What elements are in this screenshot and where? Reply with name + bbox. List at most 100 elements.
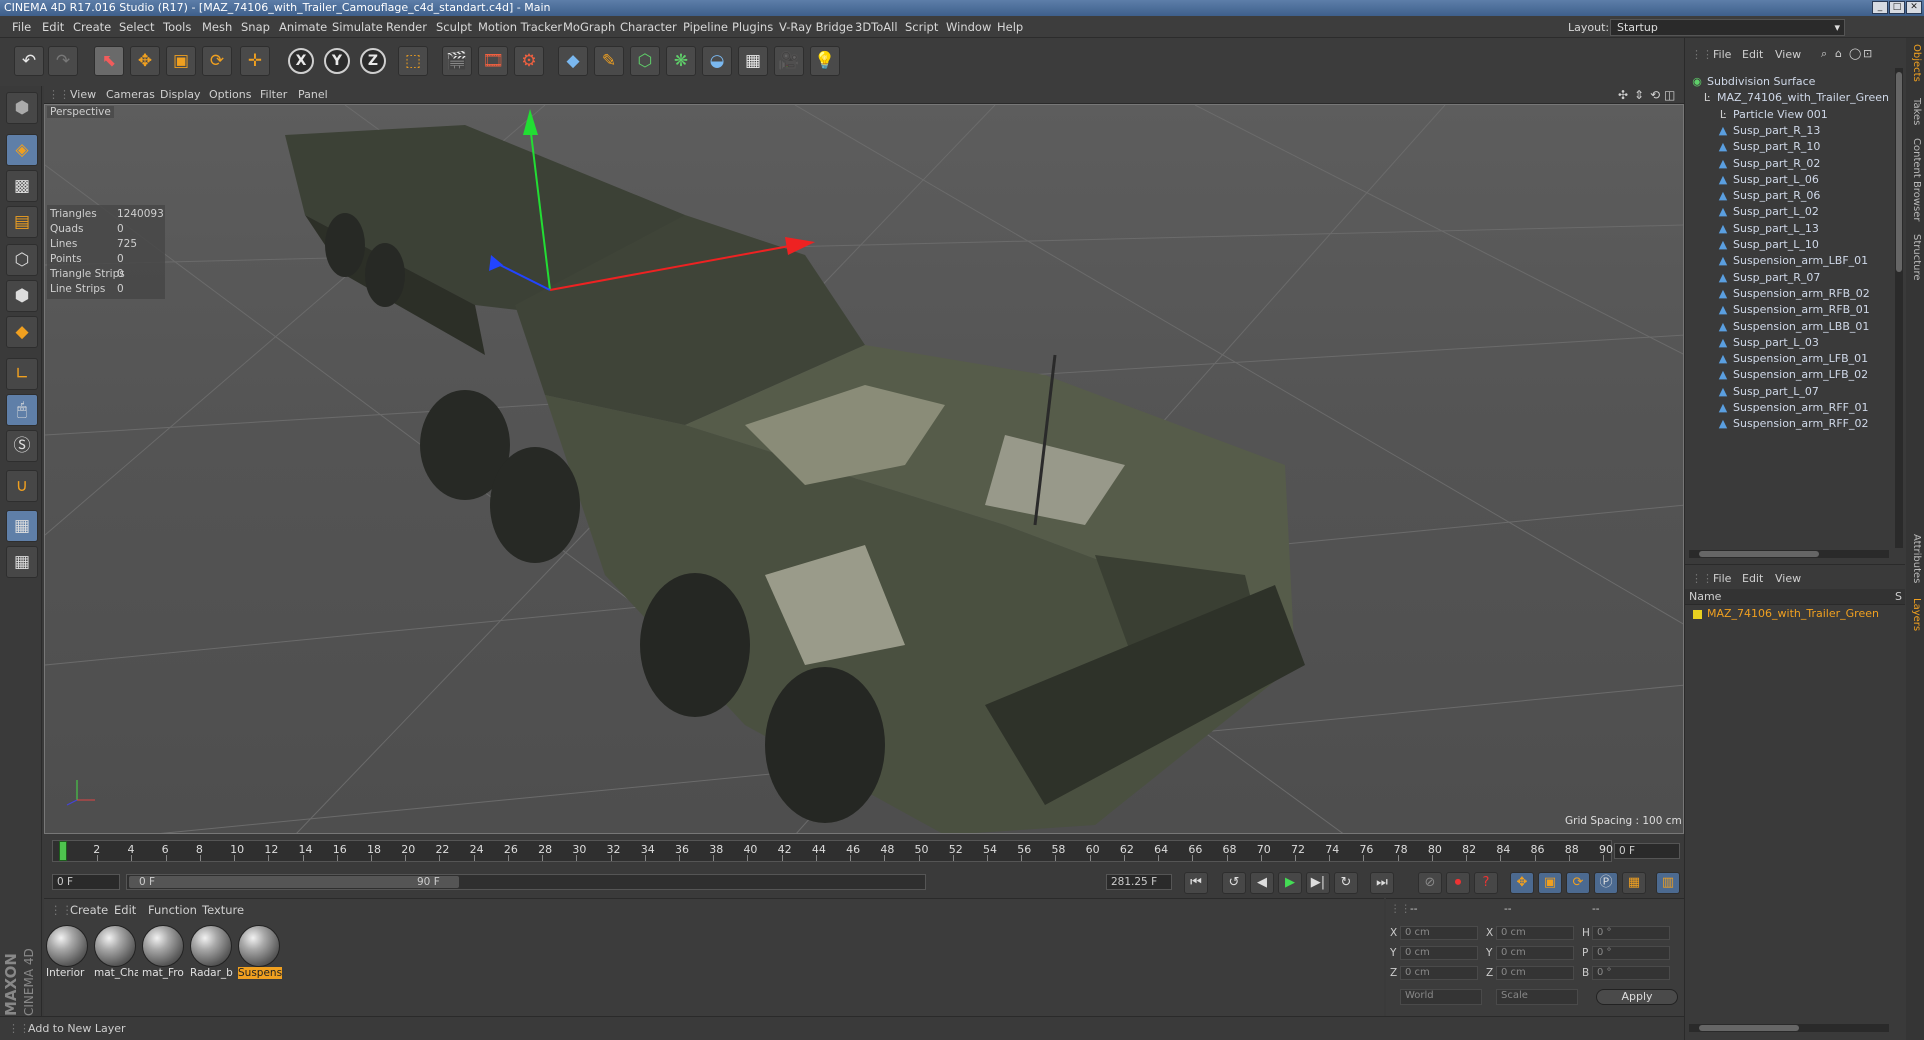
menu-snap[interactable]: Snap [241, 20, 270, 34]
menu-plugins[interactable]: Plugins [732, 20, 773, 34]
x-axis-lock-icon[interactable]: X [288, 48, 314, 74]
perspective-viewport[interactable]: Perspective Triangles 1240093 Quads 0 Line… [44, 104, 1684, 834]
autokey-icon[interactable]: ? [1474, 872, 1498, 894]
layer-menu-file[interactable]: File [1713, 572, 1731, 585]
menu-tools[interactable]: Tools [163, 20, 191, 34]
layer-menu-view[interactable]: View [1775, 572, 1801, 585]
move-tool-icon[interactable]: ✥ [130, 46, 160, 76]
viewport-menu-filter[interactable]: Filter [260, 88, 287, 101]
magnet-icon[interactable]: ∪ [6, 470, 38, 502]
cube-object-icon[interactable]: ◆ [558, 46, 588, 76]
menu-sculpt[interactable]: Sculpt [436, 20, 472, 34]
menu-edit[interactable]: Edit [42, 20, 64, 34]
render-picture-viewer-icon[interactable]: 🎞 [478, 46, 508, 76]
end-frame-field[interactable]: 0 F [1614, 843, 1680, 859]
material-swatch[interactable]: mat_Cha [94, 925, 138, 981]
rotation-p-field[interactable]: 0 ° [1592, 946, 1670, 960]
floor-object-icon[interactable]: ▦ [738, 46, 768, 76]
viewport-zoom-icon[interactable]: ⇕ [1634, 88, 1644, 102]
y-axis-lock-icon[interactable]: Y [324, 48, 350, 74]
viewport-menu-panel[interactable]: Panel [298, 88, 328, 101]
go-to-start-icon[interactable]: ⏮ [1184, 872, 1208, 894]
scroll-thumb[interactable] [1896, 72, 1902, 272]
planar-workplane-icon[interactable]: ▦ [6, 546, 38, 578]
position-z-field[interactable]: 0 cm [1400, 966, 1478, 980]
object-tree-hscrollbar[interactable] [1689, 550, 1889, 558]
menu-render[interactable]: Render [386, 20, 427, 34]
prev-frame-icon[interactable]: ◀ [1250, 872, 1274, 894]
range-slider[interactable]: 0 F 90 F [126, 874, 926, 890]
menu-mesh[interactable]: Mesh [202, 20, 232, 34]
size-mode-select[interactable]: Scale [1496, 989, 1578, 1005]
subdivision-surface-icon[interactable]: ⬡ [630, 46, 660, 76]
timeline-ruler[interactable]: 0246810121416182022242628303234363840424… [52, 840, 1613, 862]
texture-mode-icon[interactable]: ▩ [6, 170, 38, 202]
motion-record-icon[interactable]: ⊘ [1418, 872, 1442, 894]
z-axis-lock-icon[interactable]: Z [360, 48, 386, 74]
home-icon[interactable]: ⌂ [1835, 47, 1842, 60]
viewport-maximize-icon[interactable]: ◫ [1664, 88, 1675, 102]
menu-pipeline[interactable]: Pipeline [683, 20, 728, 34]
prev-key-icon[interactable]: ↺ [1222, 872, 1246, 894]
apply-button[interactable]: Apply [1596, 989, 1678, 1005]
axis-mode-icon[interactable]: ∟ [6, 358, 38, 390]
object-menu-edit[interactable]: Edit [1742, 48, 1763, 61]
tab-objects[interactable]: Objects [1908, 44, 1922, 82]
search-icon[interactable]: ⌕ [1821, 47, 1827, 61]
object-tree-item[interactable]: ▲ Suspension_arm_RFF_02 [1685, 414, 1891, 434]
tab-structure[interactable]: Structure [1908, 234, 1922, 281]
rotation-b-field[interactable]: 0 ° [1592, 966, 1670, 980]
tab-takes[interactable]: Takes [1908, 98, 1922, 125]
layout-select[interactable]: Startup ▾ [1610, 19, 1845, 36]
layer-hscrollbar[interactable] [1689, 1024, 1889, 1032]
lock-workplane-icon[interactable]: ▦ [6, 510, 38, 542]
polygons-mode-icon[interactable]: ◆ [6, 316, 38, 348]
scale-tool-icon[interactable]: ▣ [166, 46, 196, 76]
object-tree-scrollbar[interactable] [1895, 68, 1903, 548]
menu-character[interactable]: Character [620, 20, 677, 34]
pen-spline-icon[interactable]: ✎ [594, 46, 624, 76]
key-rotation-icon[interactable]: ⟳ [1566, 872, 1590, 894]
undo-icon[interactable]: ↶ [14, 46, 44, 76]
viewport-rotate-icon[interactable]: ⟲ [1650, 88, 1660, 102]
material-swatch-selected[interactable]: Suspensi [238, 925, 282, 981]
tweak-mode-icon[interactable]: 🖱 [6, 394, 38, 426]
record-icon[interactable]: ⏺ [1446, 872, 1470, 894]
timeline-window-icon[interactable]: ▥ [1656, 872, 1680, 894]
light-object-icon[interactable]: 💡 [810, 46, 840, 76]
scroll-thumb[interactable] [1699, 1025, 1799, 1031]
live-selection-icon[interactable]: ⬉ [94, 46, 124, 76]
position-x-field[interactable]: 0 cm [1400, 926, 1478, 940]
play-icon[interactable]: ▶ [1278, 872, 1302, 894]
tab-content-browser[interactable]: Content Browser [1908, 138, 1922, 221]
menu-file[interactable]: File [12, 20, 31, 34]
snap-icon[interactable]: Ⓢ [6, 430, 38, 462]
render-view-icon[interactable]: 🎬 [442, 46, 472, 76]
coordinate-space-select[interactable]: World [1400, 989, 1482, 1005]
deformer-icon[interactable]: ◒ [702, 46, 732, 76]
new-window-icon[interactable]: ⊡ [1863, 47, 1872, 60]
points-mode-icon[interactable]: ⬡ [6, 244, 38, 276]
go-to-end-icon[interactable]: ⏭ [1370, 872, 1394, 894]
coordinate-system-icon[interactable]: ⬚ [398, 46, 428, 76]
edges-mode-icon[interactable]: ⬢ [6, 280, 38, 312]
menu-mograph[interactable]: MoGraph [563, 20, 615, 34]
close-button[interactable]: ✕ [1906, 1, 1922, 14]
next-key-icon[interactable]: ↻ [1334, 872, 1358, 894]
size-y-field[interactable]: 0 cm [1496, 946, 1574, 960]
object-menu-file[interactable]: File [1713, 48, 1731, 61]
key-scale-icon[interactable]: ▣ [1538, 872, 1562, 894]
menu-help[interactable]: Help [997, 20, 1023, 34]
key-pla-icon[interactable]: ▦ [1622, 872, 1646, 894]
playhead[interactable] [59, 841, 67, 861]
menu-motion-tracker[interactable]: Motion Tracker [478, 20, 562, 34]
rotate-tool-icon[interactable]: ⟳ [202, 46, 232, 76]
menu-create[interactable]: Create [73, 20, 111, 34]
start-frame-field[interactable]: 0 F [52, 874, 120, 890]
maximize-button[interactable]: □ [1889, 1, 1905, 14]
layer-color-swatch[interactable] [1693, 609, 1702, 619]
layer-row[interactable]: MAZ_74106_with_Trailer_Green [1693, 607, 1903, 623]
size-z-field[interactable]: 0 cm [1496, 966, 1574, 980]
object-mode-icon[interactable]: ◈ [6, 134, 38, 166]
material-menu-edit[interactable]: Edit [114, 903, 136, 917]
